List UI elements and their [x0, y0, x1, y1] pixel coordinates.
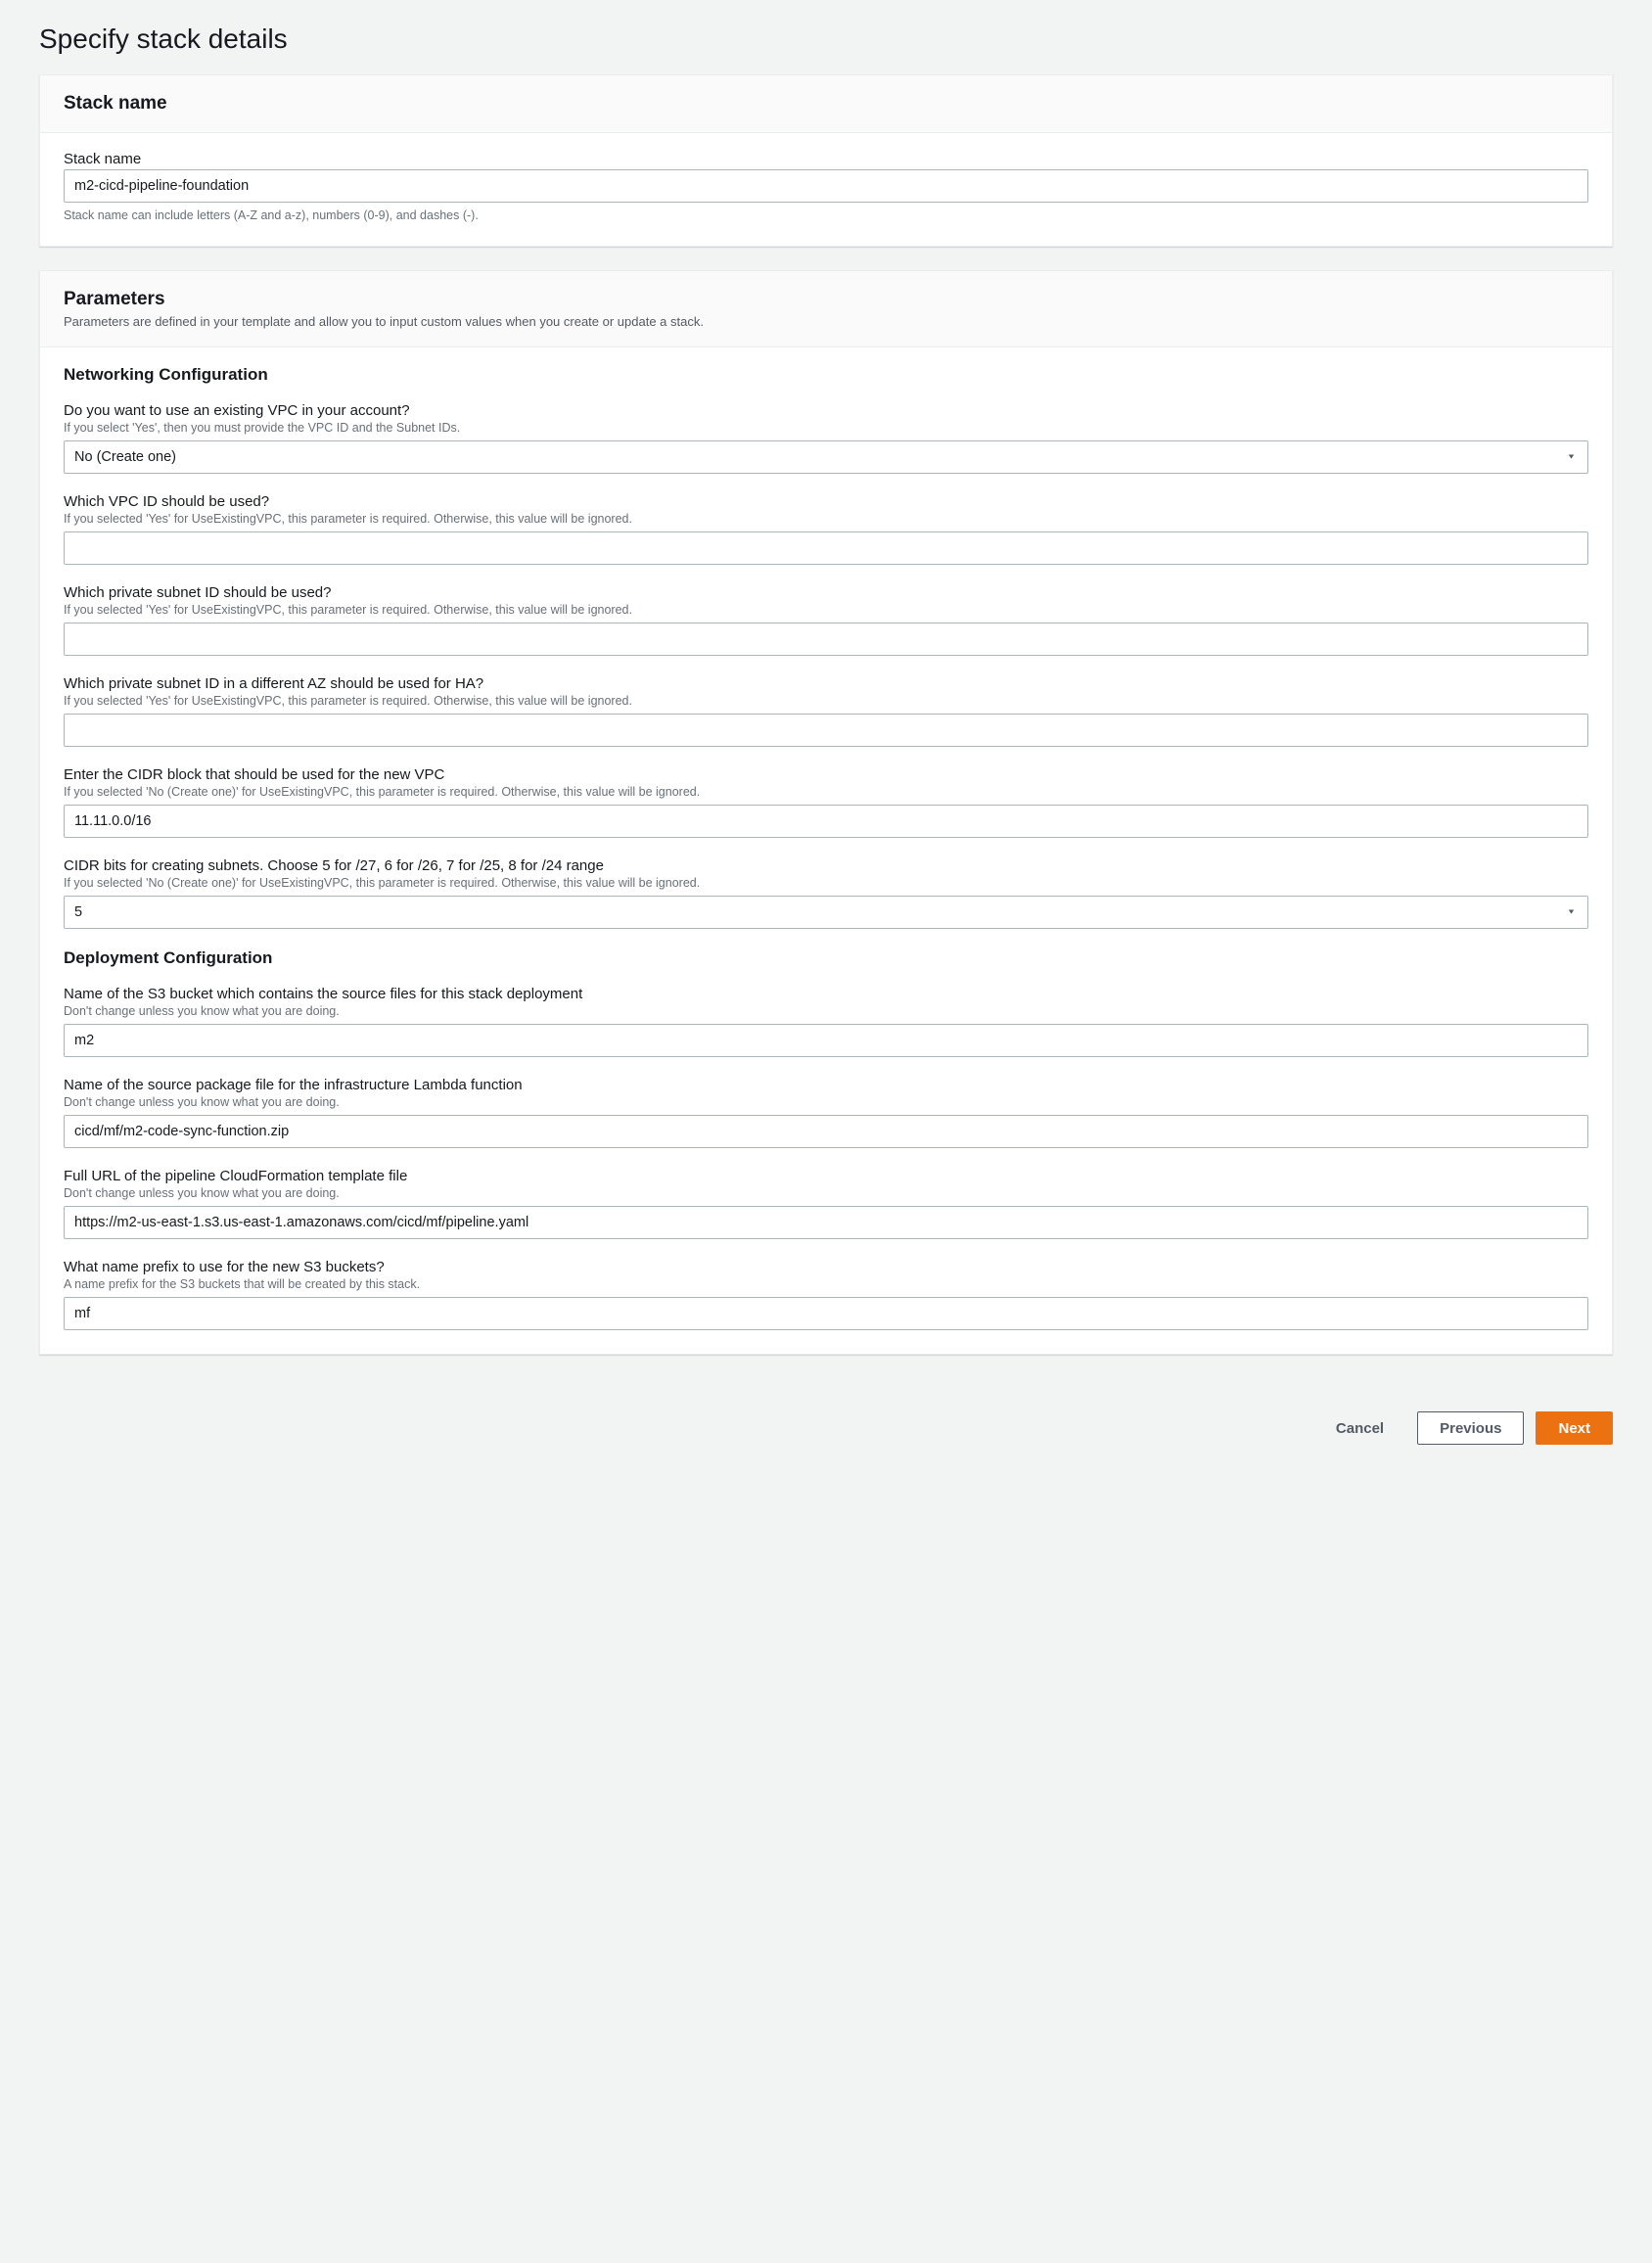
parameters-panel: Parameters Parameters are defined in you… [39, 270, 1613, 1355]
parameters-panel-description: Parameters are defined in your template … [64, 314, 1588, 329]
cidr-block-desc: If you selected 'No (Create one)' for Us… [64, 785, 1588, 799]
cidr-bits-select[interactable]: 5 [64, 896, 1588, 929]
stack-name-input[interactable] [64, 169, 1588, 203]
cancel-button[interactable]: Cancel [1314, 1411, 1405, 1445]
vpc-id-desc: If you selected 'Yes' for UseExistingVPC… [64, 512, 1588, 526]
s3-bucket-desc: Don't change unless you know what you ar… [64, 1004, 1588, 1018]
stack-name-panel-header: Stack name [40, 75, 1612, 133]
cidr-bits-desc: If you selected 'No (Create one)' for Us… [64, 876, 1588, 890]
private-subnet-ha-input[interactable] [64, 714, 1588, 747]
cidr-block-label: Enter the CIDR block that should be used… [64, 766, 1588, 783]
stack-name-panel: Stack name Stack name Stack name can inc… [39, 74, 1613, 247]
deployment-heading: Deployment Configuration [64, 948, 1588, 968]
name-prefix-label: What name prefix to use for the new S3 b… [64, 1259, 1588, 1275]
template-url-input[interactable] [64, 1206, 1588, 1239]
networking-heading: Networking Configuration [64, 365, 1588, 385]
private-subnet-ha-desc: If you selected 'Yes' for UseExistingVPC… [64, 694, 1588, 708]
template-url-label: Full URL of the pipeline CloudFormation … [64, 1168, 1588, 1184]
parameters-panel-header: Parameters Parameters are defined in you… [40, 271, 1612, 347]
page-title: Specify stack details [39, 23, 1613, 55]
wizard-button-row: Cancel Previous Next [0, 1402, 1652, 1474]
stack-name-panel-title: Stack name [64, 93, 1588, 115]
s3-bucket-input[interactable] [64, 1024, 1588, 1057]
private-subnet-input[interactable] [64, 623, 1588, 656]
private-subnet-ha-label: Which private subnet ID in a different A… [64, 675, 1588, 692]
use-existing-vpc-value: No (Create one) [74, 449, 176, 465]
s3-bucket-label: Name of the S3 bucket which contains the… [64, 986, 1588, 1002]
next-button[interactable]: Next [1536, 1411, 1613, 1445]
use-existing-vpc-select[interactable]: No (Create one) [64, 440, 1588, 474]
private-subnet-label: Which private subnet ID should be used? [64, 584, 1588, 601]
vpc-id-input[interactable] [64, 531, 1588, 565]
name-prefix-input[interactable] [64, 1297, 1588, 1330]
template-url-desc: Don't change unless you know what you ar… [64, 1186, 1588, 1200]
use-existing-vpc-label: Do you want to use an existing VPC in yo… [64, 402, 1588, 419]
cidr-bits-label: CIDR bits for creating subnets. Choose 5… [64, 857, 1588, 874]
stack-name-label: Stack name [64, 151, 1588, 167]
cidr-block-input[interactable] [64, 805, 1588, 838]
use-existing-vpc-desc: If you select 'Yes', then you must provi… [64, 421, 1588, 435]
private-subnet-desc: If you selected 'Yes' for UseExistingVPC… [64, 603, 1588, 617]
name-prefix-desc: A name prefix for the S3 buckets that wi… [64, 1277, 1588, 1291]
vpc-id-label: Which VPC ID should be used? [64, 493, 1588, 510]
previous-button[interactable]: Previous [1417, 1411, 1524, 1445]
source-package-label: Name of the source package file for the … [64, 1077, 1588, 1093]
stack-name-hint: Stack name can include letters (A-Z and … [64, 208, 1588, 222]
cidr-bits-value: 5 [74, 904, 82, 920]
source-package-desc: Don't change unless you know what you ar… [64, 1095, 1588, 1109]
parameters-panel-title: Parameters [64, 289, 1588, 310]
source-package-input[interactable] [64, 1115, 1588, 1148]
